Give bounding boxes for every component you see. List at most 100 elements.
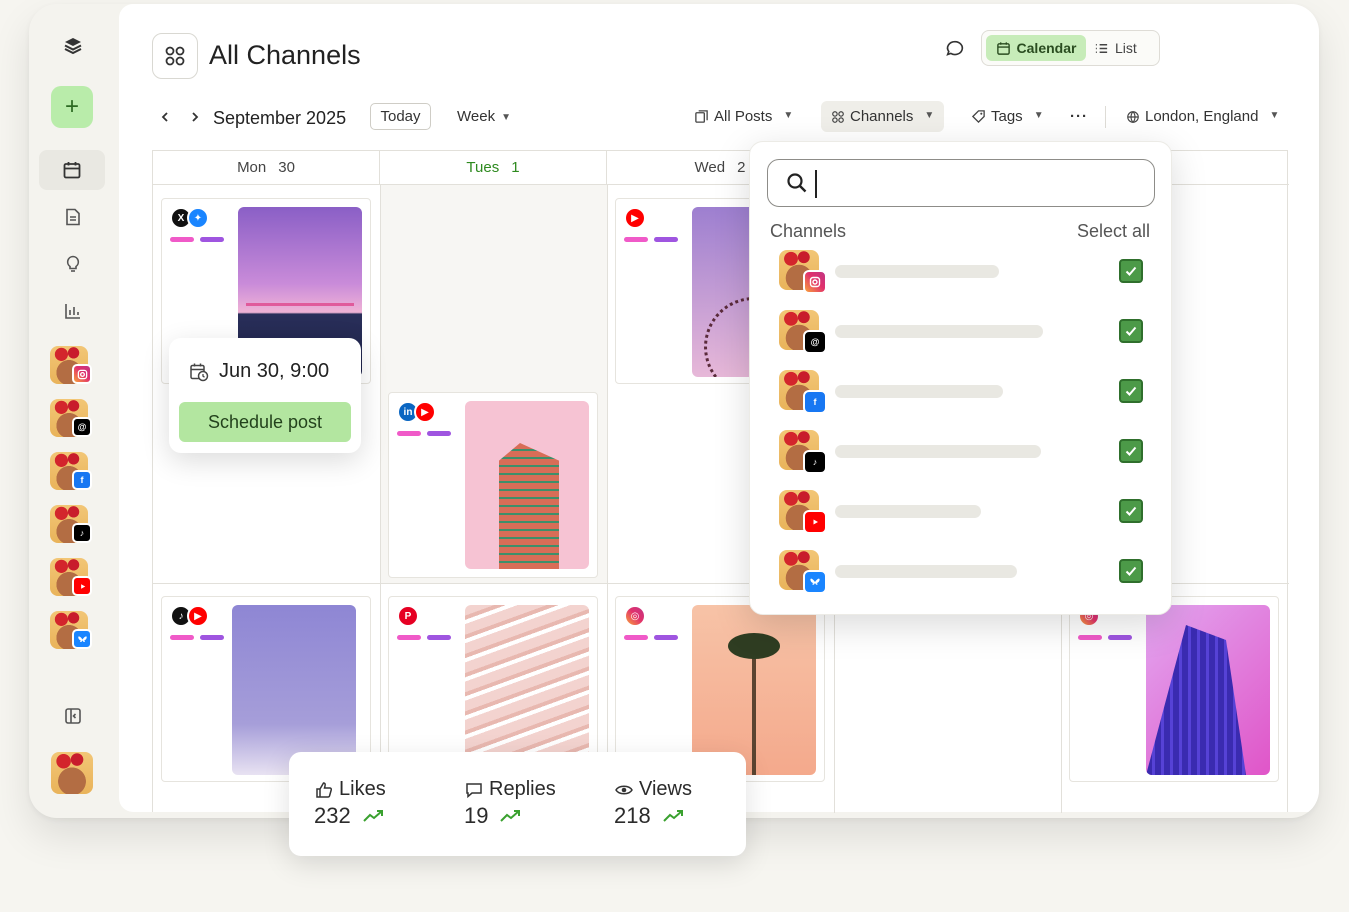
channel-option-instagram[interactable] [779,250,1149,294]
sidebar-channel-youtube[interactable] [50,558,96,604]
all-posts-label: All Posts [714,108,773,125]
channel-checkbox[interactable] [1119,319,1143,343]
list-view-button[interactable]: List [1094,35,1154,61]
range-dropdown[interactable]: Week ▼ [457,108,511,125]
sidebar-item-drafts[interactable] [51,197,95,237]
likes-stat: Likes 232 [314,778,386,829]
palm-leaves-graphic [728,633,780,659]
today-button[interactable]: Today [370,103,431,130]
youtube-icon: ▶ [187,605,209,627]
list-view-label: List [1115,40,1137,56]
calendar-view-button[interactable]: Calendar [986,35,1086,61]
channel-name-placeholder [835,445,1041,458]
timezone-selector[interactable]: London, England ▼ [1126,108,1279,125]
view-toggle: Calendar List [981,30,1160,66]
sidebar-channel-instagram[interactable] [50,346,96,392]
globe-icon [1127,110,1139,123]
thumbs-up-icon [316,781,333,798]
all-posts-filter[interactable]: All Posts ▼ [694,108,793,125]
grid-line [380,185,381,813]
chevron-down-icon: ▼ [501,112,511,123]
calendar-clock-icon [190,363,209,381]
day-header-mon: Mon 30 [153,151,380,185]
checkmark-icon [1125,386,1137,396]
checkmark-icon [1125,506,1137,516]
schedule-date: Jun 30, 9:00 [189,360,329,383]
previous-week-button[interactable] [155,107,175,127]
channel-checkbox[interactable] [1119,559,1143,583]
day-number: 2 [737,159,746,176]
bluesky-icon [803,570,827,594]
tag-bar [170,635,194,640]
post-channels: ♪ ▶ [170,605,209,627]
page-title: All Channels [209,40,361,70]
palm-tree-graphic [752,645,756,775]
channel-option-youtube[interactable] [779,490,1149,534]
channel-checkbox[interactable] [1119,259,1143,283]
day-name: Mon [237,159,267,176]
channel-name-placeholder [835,565,1017,578]
post-image [465,605,589,775]
channel-checkbox[interactable] [1119,379,1143,403]
sidebar-channel-facebook[interactable]: f [50,452,96,498]
views-value: 218 [614,803,651,828]
day-name: Tues [466,159,500,176]
channels-filter[interactable]: Channels ▼ [821,101,945,132]
layers-logo-icon[interactable] [51,26,95,66]
chevron-down-icon: ▼ [1269,110,1280,121]
chat-bubble-icon [946,40,964,56]
channel-option-bluesky[interactable] [779,550,1149,594]
channels-heading: Channels [770,221,847,241]
channel-option-facebook[interactable]: f [779,370,1149,414]
next-week-button[interactable] [185,107,205,127]
tag-bar [200,635,224,640]
tag-bar [170,237,194,242]
channel-search-input[interactable] [767,159,1155,207]
sidebar-channel-tiktok[interactable]: ♪ [50,505,96,551]
post-card[interactable]: in ▶ [388,392,598,578]
sidebar-item-calendar[interactable] [39,150,105,190]
channel-checkbox[interactable] [1119,499,1143,523]
more-options-button[interactable]: ··· [1070,108,1088,125]
chevron-right-icon [192,112,199,122]
comments-button[interactable] [944,38,968,62]
sidebar-item-analytics[interactable] [51,291,95,331]
document-icon [66,208,80,226]
calendar-icon [63,162,81,179]
post-tags [624,237,678,242]
schedule-post-button[interactable]: Schedule post [179,402,351,442]
tag-icon [971,110,985,124]
collapse-sidebar-button[interactable] [51,696,95,736]
search-icon [787,173,807,193]
channel-name-placeholder [835,385,1003,398]
channel-checkbox[interactable] [1119,439,1143,463]
channel-option-threads[interactable]: @ [779,310,1149,354]
channel-option-tiktok[interactable]: ♪ [779,430,1149,474]
tag-bar [200,237,224,242]
channel-name-placeholder [835,505,981,518]
sidebar-channel-threads[interactable]: @ [50,399,96,445]
list-icon [1095,43,1108,53]
post-tags [170,635,224,640]
tag-bar [397,431,421,436]
facebook-icon: f [803,390,827,414]
new-post-button[interactable]: + [51,86,93,128]
bluesky-icon: ✦ [187,207,209,229]
trend-up-icon [500,810,521,822]
sign-graphic [246,303,354,325]
post-card[interactable]: ◎ [1069,596,1279,782]
tag-bar [624,635,648,640]
lightbulb-icon [66,255,80,272]
post-channels: P [397,605,419,627]
channels-grid-icon [832,110,844,123]
sidebar-channel-bluesky[interactable] [50,611,96,657]
building-graphic [499,443,559,569]
select-all-button[interactable]: Select all [1077,221,1150,242]
user-avatar[interactable] [51,752,93,794]
tag-bar [1078,635,1102,640]
views-stat: Views 218 [614,778,692,829]
tags-filter[interactable]: Tags ▼ [971,108,1044,125]
sidebar-item-ideas[interactable] [51,244,95,284]
youtube-icon [72,576,92,596]
calendar-view-label: Calendar [1016,40,1077,56]
